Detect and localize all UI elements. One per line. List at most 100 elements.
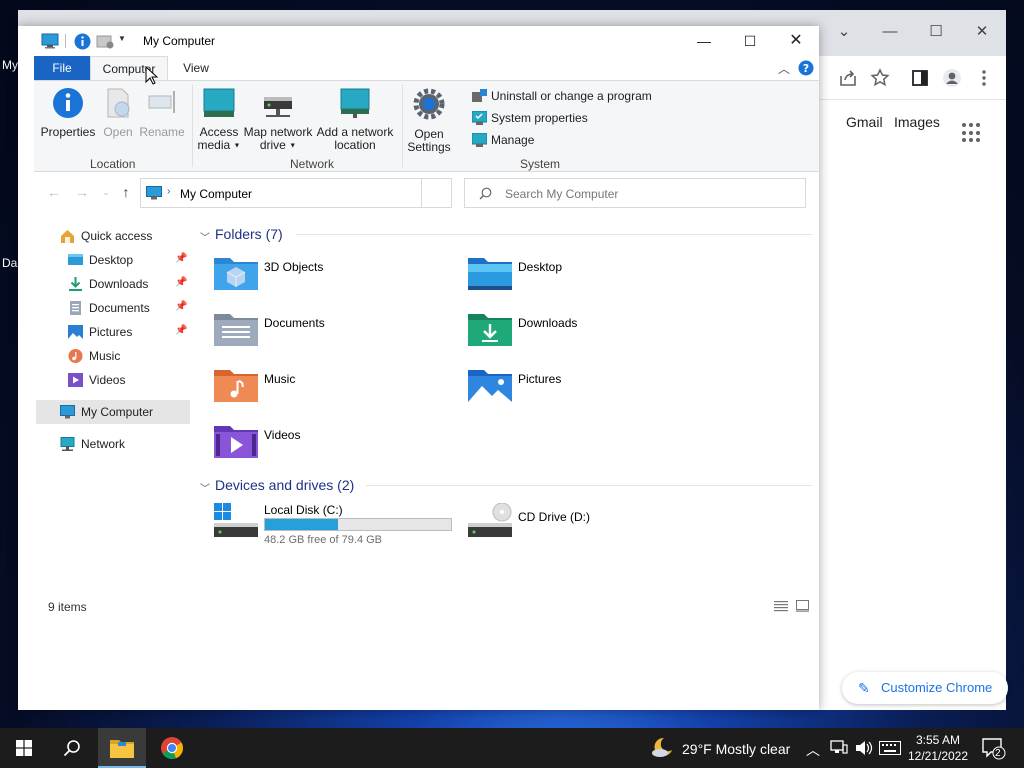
desktop-icon — [68, 254, 83, 265]
tab-search-button[interactable]: ⌄ — [824, 18, 864, 46]
keyboard-icon[interactable] — [879, 741, 901, 755]
up-button[interactable]: ↑ — [116, 182, 136, 202]
search-box[interactable]: Search My Computer — [464, 178, 806, 208]
title-bar[interactable]: ▼ My Computer — ☐ ✕ — [18, 26, 819, 56]
videos-icon — [68, 373, 83, 387]
desktop-icon-label[interactable]: My — [2, 58, 18, 72]
chrome-close-button[interactable]: ✕ — [962, 18, 1002, 46]
tab-file[interactable]: File — [34, 56, 90, 80]
address-history-button[interactable] — [421, 179, 451, 207]
nav-videos[interactable]: Videos — [18, 368, 190, 392]
breadcrumb-chevron-icon[interactable]: › — [167, 186, 170, 197]
folder-label: Desktop — [518, 260, 563, 274]
nav-music[interactable]: Music — [18, 344, 190, 368]
computer-icon — [41, 33, 59, 49]
side-panel-icon[interactable] — [910, 68, 930, 88]
address-bar[interactable]: › My Computer — [140, 178, 452, 208]
start-button[interactable] — [0, 728, 48, 768]
collapse-ribbon-icon[interactable]: ︿ — [778, 60, 790, 77]
properties-icon — [53, 88, 83, 118]
group-label-location: Location — [90, 157, 136, 171]
collapse-group-icon[interactable]: ﹀ — [200, 229, 210, 244]
folder-label: Pictures — [518, 372, 562, 386]
folder-tile-videos[interactable]: Videos — [214, 422, 454, 474]
drive-tile-d[interactable]: CD Drive (D:) — [468, 503, 708, 555]
network-status-icon[interactable] — [830, 740, 848, 756]
taskbar-search-button[interactable] — [48, 728, 96, 768]
notification-center-icon[interactable] — [982, 738, 1006, 760]
rename-label: Rename — [139, 125, 185, 139]
pin-icon: 📌 — [175, 253, 188, 264]
gmail-link[interactable]: Gmail — [846, 114, 883, 130]
properties-info-icon[interactable] — [74, 33, 91, 50]
collapse-group-icon[interactable]: ﹀ — [200, 480, 210, 495]
navigation-bar: ← → ⌄ ↑ › My Computer Search My Computer — [18, 172, 819, 212]
drive-usage-bar — [264, 518, 452, 531]
drive-tile-c[interactable]: Local Disk (C:) 48.2 GB free of 79.4 GB — [214, 503, 474, 555]
add-location-label-1: Add a network — [316, 125, 394, 139]
more-menu-icon[interactable] — [974, 68, 994, 88]
folder-tile-3d-objects[interactable]: 3D Objects — [214, 254, 454, 306]
share-icon[interactable] — [838, 68, 858, 88]
rename-button[interactable]: Rename — [138, 87, 186, 139]
customize-chrome-button[interactable]: ✎ Customize Chrome — [842, 672, 1008, 704]
new-folder-icon[interactable] — [96, 33, 114, 49]
folder-tile-music[interactable]: Music — [214, 366, 454, 418]
nav-network[interactable]: Network — [18, 432, 190, 456]
large-icons-view-icon[interactable] — [796, 600, 809, 612]
access-media-button[interactable]: Access media ▼ — [196, 87, 242, 152]
nav-desktop[interactable]: Desktop 📌 — [18, 248, 190, 272]
help-icon[interactable]: ? — [798, 60, 814, 76]
group-label-network: Network — [290, 157, 335, 171]
folders-group-header[interactable]: Folders (7) — [215, 226, 283, 242]
pictures-folder-icon — [468, 370, 512, 402]
taskbar-chrome[interactable] — [148, 728, 196, 768]
profile-avatar-icon[interactable] — [942, 68, 962, 88]
open-settings-button[interactable]: Open Settings — [406, 87, 452, 154]
nav-label: Network — [81, 437, 126, 451]
windows-drive-icon — [214, 503, 258, 537]
bookmark-star-icon[interactable] — [870, 68, 890, 88]
properties-button[interactable]: Properties — [40, 87, 96, 139]
nav-pictures[interactable]: Pictures 📌 — [18, 320, 190, 344]
back-button[interactable]: ← — [44, 182, 64, 202]
nav-my-computer[interactable]: My Computer — [36, 400, 190, 424]
settings-gear-icon — [413, 88, 445, 120]
close-button[interactable]: ✕ — [773, 26, 819, 56]
chrome-minimize-button[interactable]: — — [870, 18, 910, 46]
minimize-button[interactable]: — — [681, 26, 727, 56]
folder-tile-documents[interactable]: Documents — [214, 310, 454, 362]
images-link[interactable]: Images — [894, 114, 940, 130]
nav-documents[interactable]: Documents 📌 — [18, 296, 190, 320]
desktop-icon-label[interactable]: Da — [2, 256, 17, 270]
properties-label: Properties — [40, 125, 96, 139]
access-media-label-1: Access — [199, 125, 239, 139]
recent-locations-button[interactable]: ⌄ — [96, 182, 116, 202]
show-hidden-icons-chevron-icon[interactable]: ︿ — [806, 740, 820, 760]
tab-view[interactable]: View — [168, 56, 224, 80]
weather-text[interactable]: 29°F Mostly clear — [682, 741, 790, 757]
search-icon — [479, 187, 492, 200]
volume-icon[interactable] — [855, 740, 873, 756]
nav-label: My Computer — [81, 405, 154, 419]
maximize-button[interactable]: ☐ — [727, 26, 773, 56]
folder-tile-downloads[interactable]: Downloads — [468, 310, 708, 362]
chrome-maximize-button[interactable]: ☐ — [916, 18, 956, 46]
nav-downloads[interactable]: Downloads 📌 — [18, 272, 190, 296]
pin-icon: 📌 — [175, 325, 188, 336]
details-view-icon[interactable] — [774, 600, 788, 612]
nav-quick-access[interactable]: Quick access — [18, 224, 190, 248]
customize-quick-access-icon[interactable]: ▼ — [118, 34, 126, 43]
forward-button[interactable]: → — [72, 182, 92, 202]
add-network-location-button[interactable]: Add a network location — [314, 87, 396, 152]
folder-tile-desktop[interactable]: Desktop — [468, 254, 708, 306]
google-apps-icon[interactable] — [962, 123, 982, 143]
system-clock[interactable]: 3:55 AM 12/21/2022 — [906, 732, 970, 764]
weather-moon-icon[interactable] — [650, 736, 674, 758]
folder-tile-pictures[interactable]: Pictures — [468, 366, 708, 418]
open-button[interactable]: Open — [98, 87, 138, 139]
taskbar-file-explorer[interactable] — [98, 728, 146, 768]
ribbon-tabs: File Computer View ︿ ? — [18, 56, 819, 80]
devices-group-header[interactable]: Devices and drives (2) — [215, 477, 354, 493]
map-network-drive-button[interactable]: Map network drive ▼ — [242, 87, 314, 152]
